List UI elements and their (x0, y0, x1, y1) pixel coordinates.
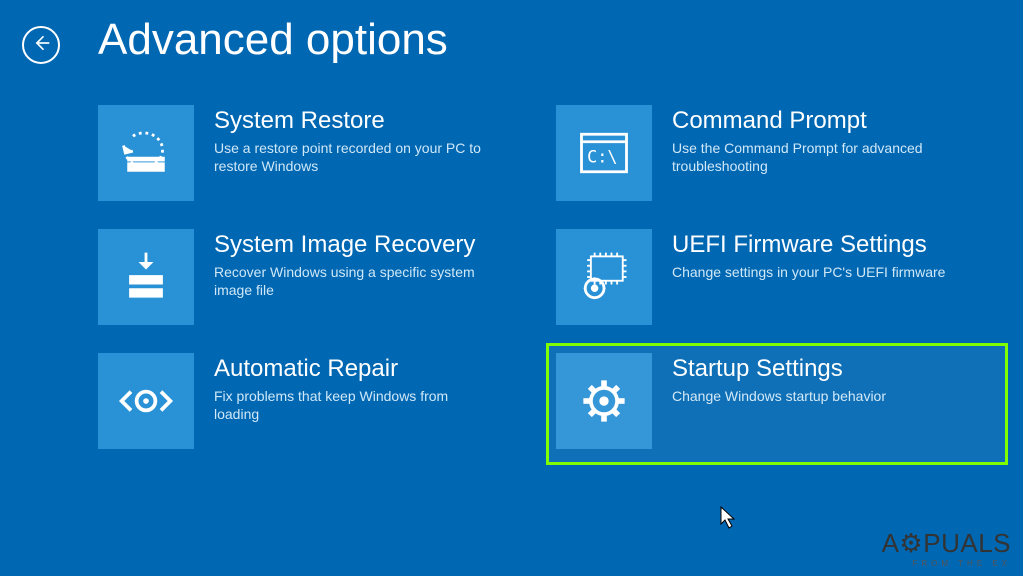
option-title: Command Prompt (672, 107, 952, 135)
page-title: Advanced options (98, 15, 448, 65)
option-title: Automatic Repair (214, 355, 494, 383)
option-startup-settings[interactable]: Startup Settings Change Windows startup … (556, 353, 966, 449)
back-button[interactable] (22, 26, 60, 64)
option-title: UEFI Firmware Settings (672, 231, 945, 259)
option-uefi-firmware[interactable]: UEFI Firmware Settings Change settings i… (556, 229, 966, 325)
option-desc: Change settings in your PC's UEFI firmwa… (672, 263, 945, 282)
option-desc: Change Windows startup behavior (672, 387, 886, 406)
automatic-repair-icon (98, 353, 194, 449)
startup-settings-icon (556, 353, 652, 449)
option-desc: Recover Windows using a specific system … (214, 263, 494, 301)
cursor-icon (720, 506, 738, 535)
back-arrow-icon (31, 33, 51, 58)
option-title: System Image Recovery (214, 231, 494, 259)
option-desc: Use the Command Prompt for advanced trou… (672, 139, 952, 177)
uefi-firmware-icon (556, 229, 652, 325)
watermark-logo: A⚙PUALS (882, 528, 1011, 559)
option-system-restore[interactable]: System Restore Use a restore point recor… (98, 105, 508, 201)
option-automatic-repair[interactable]: Automatic Repair Fix problems that keep … (98, 353, 508, 449)
option-desc: Fix problems that keep Windows from load… (214, 387, 494, 425)
watermark-sub: FROM THE EX (882, 559, 1011, 568)
option-desc: Use a restore point recorded on your PC … (214, 139, 494, 177)
option-title: Startup Settings (672, 355, 886, 383)
svg-text:C:\: C:\ (587, 146, 617, 166)
command-prompt-icon: C:\ (556, 105, 652, 201)
option-command-prompt[interactable]: C:\ Command Prompt Use the Command Promp… (556, 105, 966, 201)
system-image-recovery-icon (98, 229, 194, 325)
watermark: A⚙PUALS FROM THE EX (882, 528, 1011, 568)
system-restore-icon (98, 105, 194, 201)
option-title: System Restore (214, 107, 494, 135)
option-system-image-recovery[interactable]: System Image Recovery Recover Windows us… (98, 229, 508, 325)
